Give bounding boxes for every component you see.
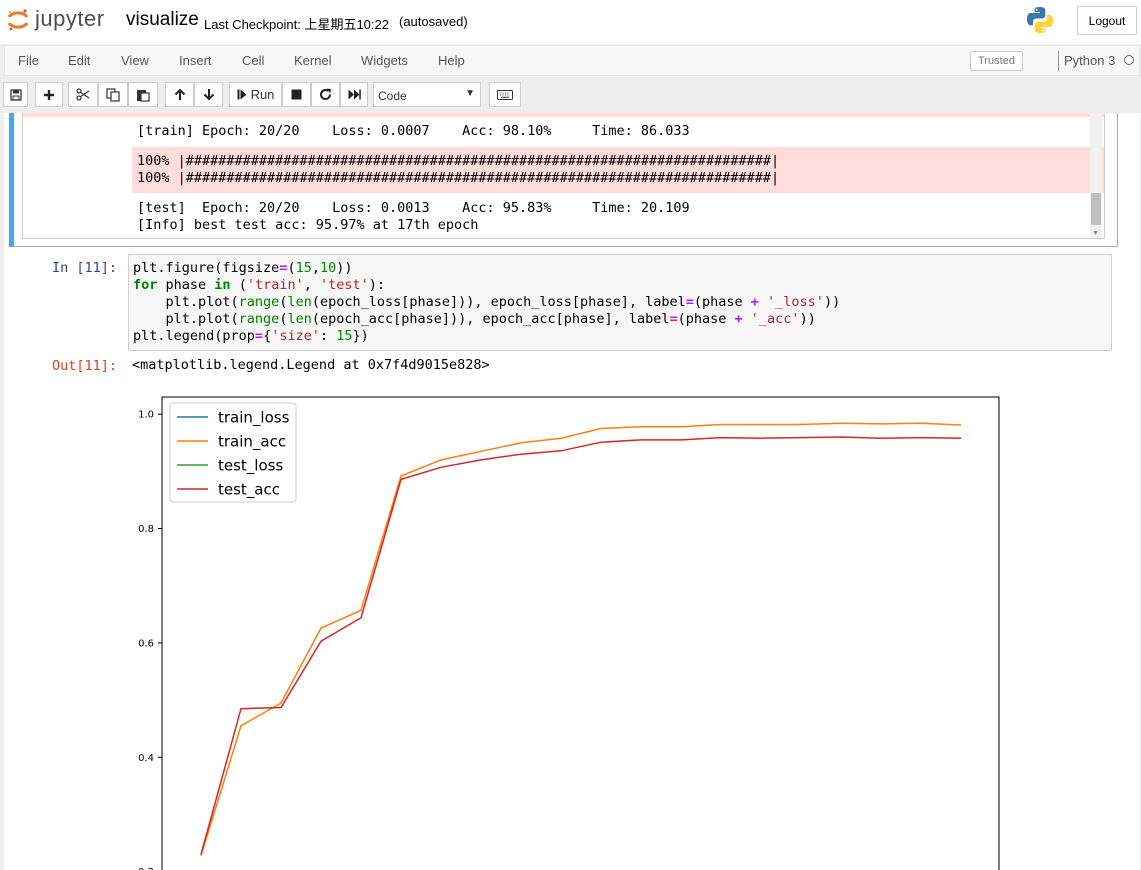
- previous-cell[interactable]: [train] Epoch: 20/20 Loss: 0.0007 Acc: 9…: [9, 113, 1118, 247]
- cut-button[interactable]: [68, 82, 98, 107]
- code-line-4: plt.plot(range(len(epoch_acc[phase])), e…: [133, 311, 816, 327]
- restart-button[interactable]: [311, 82, 340, 107]
- arrow-up-icon: [174, 88, 185, 100]
- scroll-down-arrow-icon[interactable]: ▼: [1092, 230, 1099, 237]
- line-chart: 0.20.40.60.81.0 train_losstrain_acctest_…: [138, 396, 1000, 870]
- code-editor[interactable]: plt.figure(figsize=(15,10)) for phase in…: [128, 254, 1112, 351]
- kernel-name[interactable]: Python 3: [1064, 53, 1115, 68]
- stderr-strip: [23, 113, 1104, 117]
- menu-view[interactable]: View: [121, 53, 149, 68]
- logout-button[interactable]: Logout: [1077, 6, 1137, 35]
- jupyter-ring-icon: [7, 9, 29, 31]
- y-tick-label: 1.0: [138, 410, 154, 421]
- menu-file[interactable]: File: [18, 53, 39, 68]
- menu-cell[interactable]: Cell: [242, 53, 264, 68]
- series-line-test-acc: [200, 436, 962, 855]
- save-icon: [9, 88, 22, 101]
- menu-insert[interactable]: Insert: [179, 53, 212, 68]
- code-line-1: plt.figure(figsize=(15,10)): [133, 260, 353, 276]
- move-down-button[interactable]: [194, 82, 223, 107]
- save-button[interactable]: [3, 82, 28, 107]
- trusted-indicator[interactable]: Trusted: [970, 51, 1023, 71]
- paste-button[interactable]: [128, 82, 158, 107]
- kernel-separator: [1058, 51, 1059, 71]
- notebook-name[interactable]: visualize: [126, 9, 199, 31]
- y-tick-label: 0.4: [138, 753, 154, 764]
- insert-cell-button[interactable]: [35, 82, 63, 107]
- output-scrollbar[interactable]: ▼: [1090, 113, 1102, 238]
- output-prompt: Out[11]:: [52, 358, 118, 374]
- menu-widgets[interactable]: Widgets: [361, 53, 408, 68]
- cut-icon: [76, 88, 90, 101]
- notebook-container: [train] Epoch: 20/20 Loss: 0.0007 Acc: 9…: [4, 113, 1140, 870]
- run-button[interactable]: Run: [229, 82, 282, 107]
- y-tick-label: 0.6: [138, 638, 154, 649]
- menubar: File Edit View Insert Cell Kernel Widget…: [4, 45, 1140, 76]
- copy-button[interactable]: [98, 82, 128, 107]
- keyboard-icon: [497, 89, 513, 100]
- jupyter-logo[interactable]: jupyter: [4, 6, 116, 36]
- plus-icon: [44, 89, 54, 100]
- dropdown-arrow-icon: ▼: [465, 88, 475, 99]
- command-palette-button[interactable]: [489, 82, 521, 107]
- logo-text: jupyter: [35, 6, 105, 31]
- legend-label: test_acc: [218, 481, 280, 500]
- code-line-2: for phase in ('train', 'test'):: [133, 277, 386, 293]
- move-up-button[interactable]: [165, 82, 194, 107]
- output-text: <matplotlib.legend.Legend at 0x7f4d9015e…: [132, 357, 490, 373]
- progress-line: 100% |##################################…: [137, 153, 780, 169]
- code-line-3: plt.plot(range(len(epoch_loss[phase])), …: [133, 294, 841, 310]
- progress-line: 100% |##################################…: [137, 170, 780, 186]
- restart-icon: [320, 88, 331, 100]
- paste-icon: [137, 89, 150, 102]
- fast-forward-icon: [348, 89, 361, 100]
- header: jupyter visualize Last Checkpoint: 上星期五1…: [0, 0, 1141, 44]
- stderr-progress-block: 100% |##################################…: [132, 147, 1104, 193]
- cell-type-select[interactable]: Code ▼: [373, 82, 481, 107]
- menu-kernel[interactable]: Kernel: [294, 53, 332, 68]
- legend-label: train_acc: [218, 433, 286, 452]
- series-line-train-acc: [200, 422, 962, 856]
- legend-label: test_loss: [218, 457, 283, 476]
- arrow-down-icon: [203, 89, 214, 101]
- y-tick-label: 0.8: [138, 524, 154, 535]
- legend-label: train_loss: [218, 409, 290, 428]
- info-log-line: [Info] best test acc: 95.97% at 17th epo…: [137, 217, 479, 233]
- cell-type-value: Code: [378, 89, 407, 103]
- previous-cell-output: [train] Epoch: 20/20 Loss: 0.0007 Acc: 9…: [22, 113, 1105, 239]
- output-scrollbar-thumb[interactable]: [1091, 193, 1101, 225]
- checkpoint-status: Last Checkpoint: 上星期五10:22: [204, 17, 389, 32]
- step-forward-icon: [237, 89, 247, 100]
- menu-help[interactable]: Help: [438, 53, 465, 68]
- python-logo-icon: [1027, 7, 1053, 33]
- kernel-idle-indicator: [1124, 55, 1134, 65]
- input-prompt: In [11]:: [52, 260, 118, 276]
- toolbar: Run Code ▼: [0, 77, 1141, 113]
- interrupt-button[interactable]: [282, 82, 311, 107]
- run-all-button[interactable]: [340, 82, 368, 107]
- stop-icon: [291, 89, 302, 100]
- train-log-line: [train] Epoch: 20/20 Loss: 0.0007 Acc: 9…: [137, 123, 690, 139]
- code-line-5: plt.legend(prop={'size': 15}): [133, 328, 369, 344]
- autosave-status: (autosaved): [399, 14, 468, 29]
- copy-icon: [106, 87, 120, 102]
- test-log-line: [test] Epoch: 20/20 Loss: 0.0013 Acc: 95…: [137, 200, 690, 216]
- run-label: Run: [250, 87, 275, 102]
- menu-edit[interactable]: Edit: [68, 53, 90, 68]
